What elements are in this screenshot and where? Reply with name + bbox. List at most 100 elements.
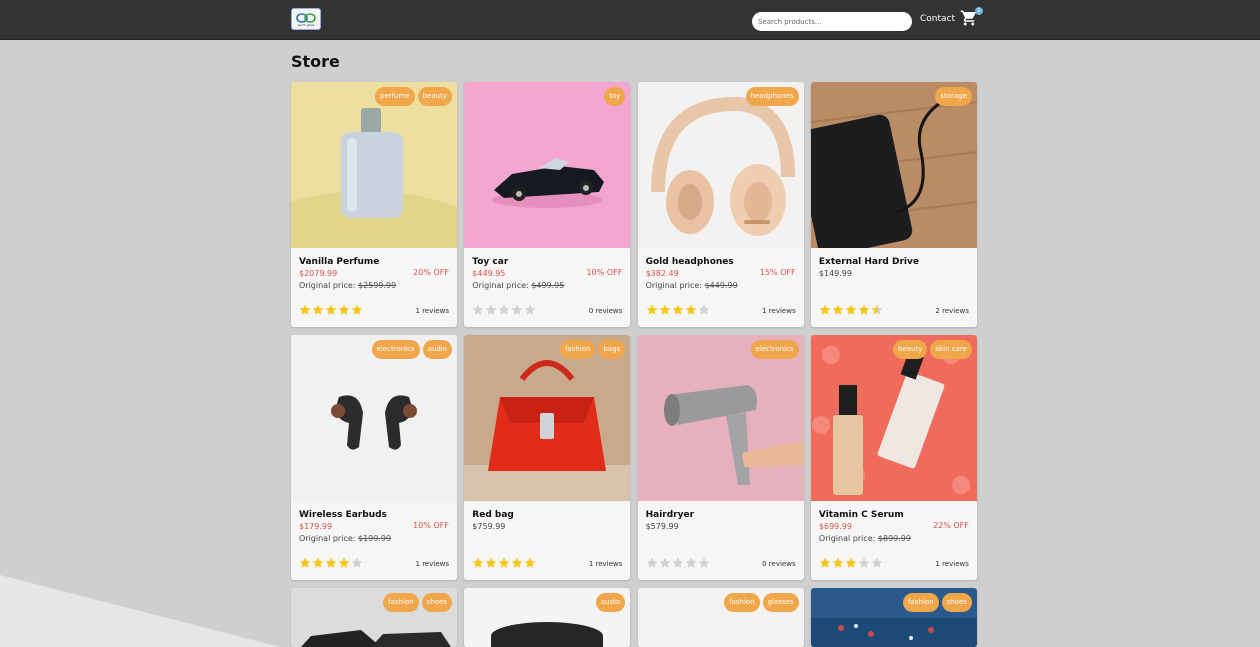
tag-list: fashion bags xyxy=(559,340,626,359)
category-tag[interactable]: bags xyxy=(598,340,626,359)
product-image-red-bag[interactable]: fashion bags xyxy=(464,335,631,501)
category-tag[interactable]: beauty xyxy=(417,87,452,106)
star-filled-icon xyxy=(659,304,670,315)
product-card[interactable]: beauty skin care Vitamin C Serum $699.99 … xyxy=(810,335,977,580)
product-name[interactable]: Vanilla Perfume xyxy=(299,256,449,268)
product-card[interactable]: electronics Hairdryer $579.99 0 reviews xyxy=(637,335,804,580)
product-name[interactable]: External Hard Drive xyxy=(819,256,969,268)
star-filled-icon xyxy=(832,557,844,568)
product-card[interactable]: fashion shoes xyxy=(291,588,457,647)
product-card[interactable]: audio xyxy=(464,588,631,647)
product-info: Hairdryer $579.99 0 reviews xyxy=(638,501,804,580)
review-count[interactable]: 1 reviews xyxy=(589,560,622,568)
product-price: $149.99 xyxy=(818,269,852,278)
category-tag[interactable]: electronics xyxy=(371,340,420,359)
category-tag[interactable]: skin care xyxy=(930,340,972,359)
category-tag[interactable]: storage xyxy=(935,87,972,106)
original-price-value: $2599.99 xyxy=(358,281,397,290)
product-image-headphones[interactable]: headphones xyxy=(637,82,804,248)
star-filled-icon xyxy=(325,304,337,315)
product-card[interactable]: storage External Hard Drive $149.99 2 re… xyxy=(810,82,977,327)
review-count[interactable]: 1 reviews xyxy=(416,560,449,568)
tag-list: audio xyxy=(595,593,626,612)
original-price-value: $449.99 xyxy=(704,281,738,290)
category-tag[interactable]: audio xyxy=(595,593,626,612)
discount-label: 10% OFF xyxy=(413,521,449,530)
discount-label: 20% OFF xyxy=(413,268,449,277)
star-filled-icon xyxy=(299,304,311,315)
star-empty-icon xyxy=(698,304,709,315)
original-price-value: $899.99 xyxy=(877,534,911,543)
category-tag[interactable]: perfume xyxy=(374,87,415,106)
product-name[interactable]: Red bag xyxy=(472,509,622,521)
product-name[interactable]: Vitamin C Serum xyxy=(819,509,969,521)
category-tag[interactable]: shoes xyxy=(941,593,972,612)
star-filled-icon xyxy=(845,304,857,315)
category-tag[interactable]: fashion xyxy=(559,340,596,359)
category-tag[interactable]: fashion xyxy=(903,593,939,612)
product-card[interactable]: fashion glasses xyxy=(637,588,804,647)
original-price-label: Original price: xyxy=(818,534,876,543)
category-tag[interactable]: glasses xyxy=(762,593,799,612)
star-filled-icon xyxy=(351,304,363,315)
product-card[interactable]: toy Toy car $449.95 10% OFF Original pri… xyxy=(464,82,631,327)
product-image-serum[interactable]: beauty skin care xyxy=(810,335,977,501)
product-name[interactable]: Wireless Earbuds xyxy=(299,509,449,521)
product-card[interactable]: fashion bags Red bag $759.99 1 reviews xyxy=(464,335,631,580)
contact-link[interactable]: Contact xyxy=(920,14,955,24)
review-count[interactable]: 0 reviews xyxy=(589,307,622,315)
product-card[interactable]: headphones Gold headphones $382.49 15% O… xyxy=(637,82,804,327)
star-filled-icon xyxy=(312,304,324,315)
product-info: Vanilla Perfume $2079.99 20% OFF Origina… xyxy=(291,248,457,327)
category-tag[interactable]: audio xyxy=(422,340,452,359)
rating-stars xyxy=(299,557,363,569)
product-image-hard-drive[interactable]: storage xyxy=(810,82,977,248)
review-count[interactable]: 1 reviews xyxy=(762,307,795,315)
product-image-shoes-blue[interactable]: fashion shoes xyxy=(810,588,977,647)
product-card[interactable]: perfume beauty Vanilla Perfume $2079.99 2… xyxy=(291,82,457,327)
star-filled-icon xyxy=(325,557,337,568)
site-logo[interactable]: earth glass xyxy=(291,8,321,30)
product-name[interactable]: Toy car xyxy=(472,256,622,268)
star-filled-icon xyxy=(672,304,683,315)
category-tag[interactable]: toy xyxy=(604,87,626,106)
product-image-speaker[interactable]: audio xyxy=(464,588,631,647)
category-tag[interactable]: fashion xyxy=(383,593,419,612)
product-image-perfume[interactable]: perfume beauty xyxy=(291,82,457,248)
product-card[interactable]: electronics audio Wireless Earbuds $179.9… xyxy=(291,335,457,580)
star-filled-icon xyxy=(299,557,311,568)
tag-list: fashion glasses xyxy=(724,593,799,612)
rating-stars xyxy=(819,304,883,316)
product-image-hairdryer[interactable]: electronics xyxy=(637,335,804,501)
star-empty-icon xyxy=(858,557,870,568)
original-price-value: $199.99 xyxy=(358,534,392,543)
cart-button[interactable]: 0 xyxy=(960,7,983,29)
star-empty-icon xyxy=(646,557,657,568)
review-count[interactable]: 2 reviews xyxy=(935,307,968,315)
tag-list: storage xyxy=(935,87,972,106)
product-name[interactable]: Hairdryer xyxy=(646,509,796,521)
tag-list: electronics audio xyxy=(371,340,452,359)
category-tag[interactable]: shoes xyxy=(421,593,452,612)
review-count[interactable]: 1 reviews xyxy=(935,560,968,568)
product-image-glasses[interactable]: fashion glasses xyxy=(637,588,804,647)
category-tag[interactable]: headphones xyxy=(745,87,799,106)
review-count[interactable]: 1 reviews xyxy=(416,307,449,315)
product-info: Red bag $759.99 1 reviews xyxy=(464,501,630,580)
discount-label: 15% OFF xyxy=(759,268,796,277)
product-image-earbuds[interactable]: electronics audio xyxy=(291,335,457,501)
product-card[interactable]: fashion shoes xyxy=(810,588,977,647)
rating-stars xyxy=(472,557,536,569)
search-input[interactable] xyxy=(752,12,912,31)
product-image-toy-car[interactable]: toy xyxy=(464,82,631,248)
star-filled-icon xyxy=(498,557,510,568)
product-price: $579.99 xyxy=(645,522,679,531)
category-tag[interactable]: electronics xyxy=(750,340,799,359)
tag-list: beauty skin care xyxy=(893,340,972,359)
category-tag[interactable]: beauty xyxy=(893,340,928,359)
review-count[interactable]: 0 reviews xyxy=(762,560,795,568)
product-name[interactable]: Gold headphones xyxy=(646,256,796,268)
product-image-shoes-dark[interactable]: fashion shoes xyxy=(291,588,457,647)
star-filled-icon xyxy=(511,557,523,568)
category-tag[interactable]: fashion xyxy=(724,593,760,612)
